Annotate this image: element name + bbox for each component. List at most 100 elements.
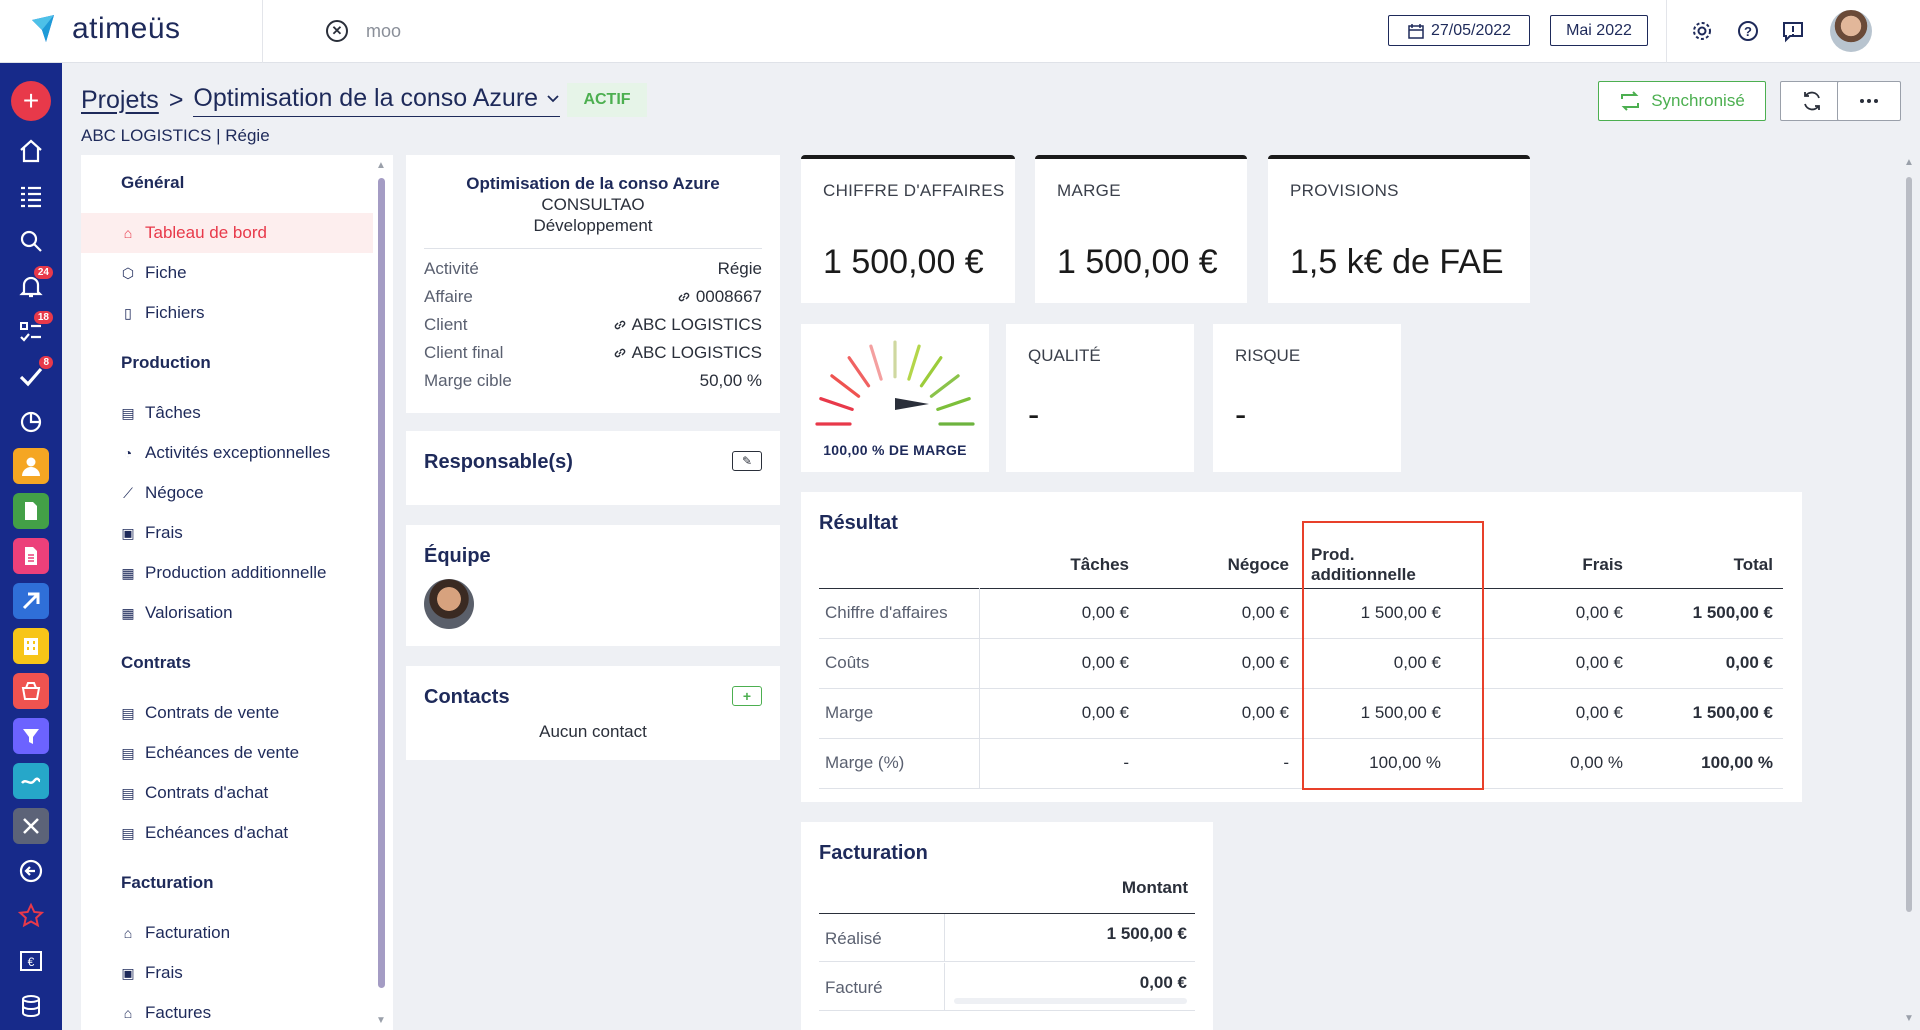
kpi-label: MARGE [1057, 181, 1121, 200]
more-options-button[interactable] [1837, 81, 1901, 121]
month-button[interactable]: Mai 2022 [1550, 15, 1648, 46]
building-icon[interactable] [13, 628, 49, 664]
nav-item-production-additionnelle[interactable]: ▦ Production additionnelle [81, 553, 373, 593]
divider [262, 0, 263, 63]
info-value-link[interactable]: ABC LOGISTICS [613, 315, 762, 335]
nav-item-echeances-achat[interactable]: ▤ Echéances d'achat [81, 813, 373, 853]
sync-button[interactable]: Synchronisé [1598, 81, 1766, 121]
nav-item-facturation[interactable]: ⌂ Facturation [81, 913, 373, 953]
nav-label: Contrats d'achat [145, 783, 269, 802]
user-avatar[interactable] [1830, 10, 1872, 52]
info-value-link[interactable]: ABC LOGISTICS [613, 343, 762, 363]
project-sidebar: Général ⌂ Tableau de bord ⬡ Fiche ▯ Fich… [81, 155, 393, 1030]
column-header: Frais [1582, 554, 1623, 574]
scroll-down-icon[interactable]: ▼ [1904, 1013, 1914, 1024]
checkmark-icon[interactable]: 8 [13, 356, 53, 394]
gauge-tick [907, 344, 921, 381]
progress-bar [954, 998, 1187, 1004]
breadcrumb: Projets > Optimisation de la conso Azure [81, 84, 561, 117]
nav-item-echeances-vente[interactable]: ▤ Echéances de vente [81, 733, 373, 773]
row-label: Marge (%) [819, 738, 980, 789]
team-member-avatar[interactable] [424, 579, 474, 629]
nav-item-frais-facturation[interactable]: ▣ Frais [81, 953, 373, 993]
nav-item-contrats-vente[interactable]: ▤ Contrats de vente [81, 693, 373, 733]
shop-icon[interactable] [13, 673, 49, 709]
table-row: Marge (%) - - 100,00 % 0,00 % 100,00 % [819, 738, 1783, 789]
gauge-tick [936, 397, 971, 411]
currency-icon[interactable]: € [13, 943, 49, 979]
nav-item-taches[interactable]: ▤ Tâches [81, 393, 373, 433]
add-contact-icon[interactable]: + [732, 686, 762, 706]
scroll-down-icon[interactable]: ▼ [376, 1015, 386, 1026]
scroll-up-icon[interactable]: ▲ [1904, 157, 1914, 168]
breadcrumb-projects-link[interactable]: Projets [81, 86, 159, 115]
chart-icon[interactable] [13, 403, 49, 439]
nav-item-valorisation[interactable]: ▦ Valorisation [81, 593, 373, 633]
main-scrollbar[interactable]: ▲ ▼ [1903, 155, 1915, 1030]
resultat-title: Résultat [819, 512, 898, 534]
nav-section-facturation: Facturation [121, 873, 214, 892]
file-icon: ▯ [124, 304, 132, 321]
clock-globe-icon: ◔ [123, 445, 133, 461]
star-icon[interactable] [13, 898, 49, 934]
nav-label: Fichiers [145, 303, 205, 322]
app-logo[interactable]: atimeüs [28, 12, 181, 46]
handshake-icon[interactable] [13, 763, 49, 799]
project-title-dropdown[interactable]: Optimisation de la conso Azure [193, 84, 561, 117]
document-pink-icon[interactable] [13, 538, 49, 574]
edit-pencil-icon[interactable]: ✎ [732, 451, 762, 471]
gauge-tick [869, 344, 883, 381]
help-icon[interactable]: ? [1736, 19, 1760, 43]
scroll-up-icon[interactable]: ▲ [376, 160, 386, 171]
feedback-icon[interactable] [1781, 19, 1805, 43]
calendar-euro-icon: ▦ [121, 604, 135, 621]
row-value: 0,00 € [1139, 973, 1187, 992]
row-label: Réalisé [825, 929, 882, 948]
task-list-icon[interactable]: 18 [13, 311, 53, 349]
gauge-tick [929, 374, 960, 398]
refresh-button[interactable] [1780, 81, 1844, 121]
nav-item-negoce[interactable]: ⟋ Négoce [81, 473, 373, 513]
info-value: 50,00 % [699, 371, 762, 390]
search-input[interactable] [366, 18, 666, 44]
clear-search-icon[interactable]: ✕ [326, 20, 348, 42]
nav-item-fichiers[interactable]: ▯ Fichiers [81, 293, 373, 333]
settings-gear-icon[interactable] [1690, 19, 1714, 43]
nav-item-frais[interactable]: ▣ Frais [81, 513, 373, 553]
filter-icon[interactable] [13, 718, 49, 754]
arrow-tile-icon[interactable] [13, 583, 49, 619]
nav-item-contrats-achat[interactable]: ▤ Contrats d'achat [81, 773, 373, 813]
scroll-thumb[interactable] [378, 178, 385, 988]
nav-section-production: Production [121, 353, 211, 372]
database-icon[interactable] [13, 988, 49, 1024]
nav-label: Echéances d'achat [145, 823, 289, 842]
card-title: Contacts [424, 686, 510, 708]
add-button[interactable]: + [11, 81, 51, 121]
search-icon[interactable] [13, 223, 49, 259]
back-arrow-icon[interactable] [13, 853, 49, 889]
nav-item-fiche[interactable]: ⬡ Fiche [81, 253, 373, 293]
table-cell: 0,00 € [1473, 638, 1633, 689]
home-icon[interactable] [13, 133, 49, 169]
tasks-badge: 18 [33, 311, 53, 324]
sidebar-scrollbar[interactable]: ▲ ▼ [376, 160, 386, 1030]
user-icon[interactable] [13, 448, 49, 484]
table-cell: 0,00 € [1139, 588, 1299, 639]
info-value-link[interactable]: 0008667 [677, 287, 762, 307]
tools-icon[interactable] [13, 808, 49, 844]
table-cell: 100,00 % [1299, 738, 1473, 789]
nav-item-factures[interactable]: ⌂ Factures [81, 993, 373, 1030]
date-button[interactable]: 27/05/2022 [1388, 15, 1530, 46]
checks-badge: 8 [39, 356, 53, 369]
list-icon[interactable] [13, 178, 49, 214]
scroll-thumb[interactable] [1906, 177, 1912, 912]
nav-item-activites[interactable]: ◔ Activités exceptionnelles [81, 433, 373, 473]
project-info-header: Optimisation de la conso Azure CONSULTAO… [406, 173, 780, 236]
risk-label: RISQUE [1235, 346, 1301, 365]
bell-icon[interactable]: 24 [13, 266, 53, 304]
document-green-icon[interactable] [13, 493, 49, 529]
nav-item-dashboard[interactable]: ⌂ Tableau de bord [81, 213, 373, 253]
divider [424, 248, 762, 249]
table-cell-total: 1 500,00 € [1633, 588, 1783, 639]
column-header: Négoce [1227, 554, 1289, 574]
